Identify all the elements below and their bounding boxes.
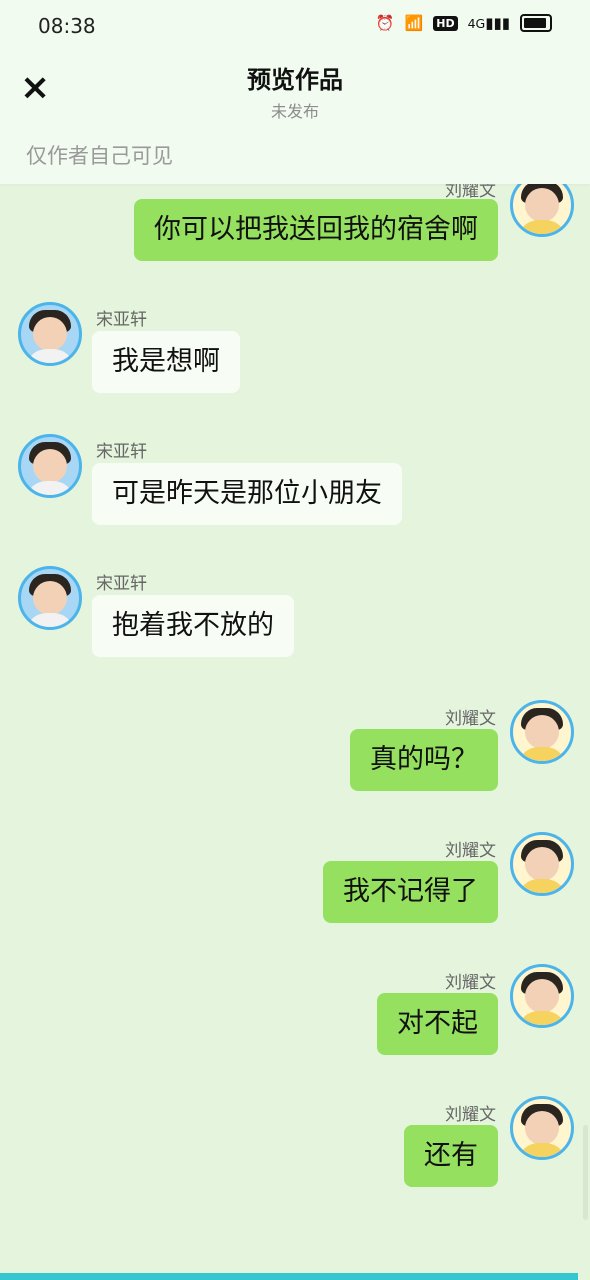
- sender-name: 刘耀文: [445, 709, 496, 729]
- avatar[interactable]: [18, 434, 82, 498]
- message-bubble[interactable]: 可是昨天是那位小朋友: [92, 463, 402, 525]
- header: 08:38 ⏰ 📶 HD 4G▮▮▮ × 预览作品 未发布 仅作者自己可见: [0, 0, 590, 184]
- sender-name: 刘耀文: [445, 1105, 496, 1125]
- scrollbar[interactable]: [583, 1125, 588, 1220]
- message-bubble[interactable]: 对不起: [377, 993, 498, 1055]
- bottom-bar: [0, 1273, 578, 1280]
- message-bubble[interactable]: 我是想啊: [92, 331, 240, 393]
- avatar[interactable]: [18, 566, 82, 630]
- sender-name: 宋亚轩: [96, 310, 147, 330]
- status-icons: ⏰ 📶 HD 4G▮▮▮: [376, 14, 552, 32]
- avatar[interactable]: [510, 964, 574, 1028]
- battery-icon: [520, 14, 552, 32]
- status-time: 08:38: [38, 14, 96, 38]
- sender-name: 宋亚轩: [96, 442, 147, 462]
- message-bubble[interactable]: 我不记得了: [323, 861, 498, 923]
- message-bubble[interactable]: 你可以把我送回我的宿舍啊: [134, 199, 498, 261]
- page-subtitle: 未发布: [270, 102, 319, 121]
- avatar[interactable]: [510, 700, 574, 764]
- sender-name: 刘耀文: [445, 841, 496, 861]
- chat-list[interactable]: 刘耀文 你可以把我送回我的宿舍啊 宋亚轩 我是想啊 宋亚轩 可是昨天是那位小朋友…: [0, 170, 590, 1270]
- hd-icon: HD: [433, 15, 458, 31]
- message-bubble[interactable]: 真的吗？: [350, 729, 498, 791]
- message-bubble[interactable]: 抱着我不放的: [92, 595, 294, 657]
- 4g-signal-icon: 4G▮▮▮: [467, 14, 510, 32]
- message-bubble[interactable]: 还有: [404, 1125, 498, 1187]
- page-title: 预览作品: [247, 66, 343, 94]
- wifi-icon: 📶: [404, 14, 424, 32]
- sender-name: 刘耀文: [445, 973, 496, 993]
- avatar[interactable]: [510, 832, 574, 896]
- avatar[interactable]: [510, 1096, 574, 1160]
- avatar[interactable]: [18, 302, 82, 366]
- visibility-note: 仅作者自己可见: [26, 144, 173, 168]
- alarm-icon: ⏰: [375, 14, 395, 32]
- sender-name: 宋亚轩: [96, 574, 147, 594]
